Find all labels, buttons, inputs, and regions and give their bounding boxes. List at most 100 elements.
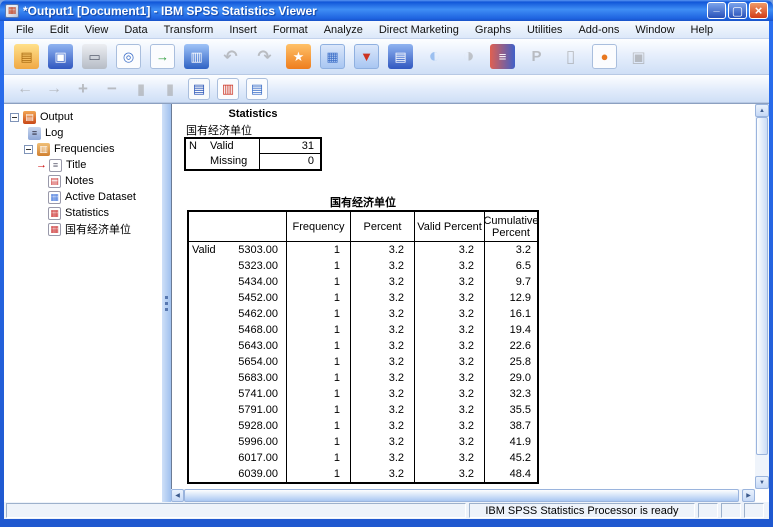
statistics-table[interactable]: N Valid 31 Missing 0 (184, 137, 322, 171)
close-button[interactable] (749, 2, 768, 19)
horizontal-scrollbar[interactable] (171, 489, 755, 502)
demote-icon[interactable] (43, 78, 65, 100)
menu-item[interactable]: Insert (221, 23, 265, 37)
menu-item[interactable]: View (77, 23, 117, 37)
print-icon[interactable] (82, 44, 107, 69)
menu-item[interactable]: Direct Marketing (371, 23, 467, 37)
menu-item[interactable]: Help (683, 23, 722, 37)
pane-splitter[interactable] (162, 104, 171, 502)
show-hide-output-icon[interactable] (188, 77, 210, 100)
row-group-label (189, 450, 223, 466)
percent-cell: 3.2 (351, 274, 415, 290)
vertical-scrollbar[interactable] (755, 104, 769, 489)
value-cell: 5452.00 (223, 290, 287, 306)
row-group-label (189, 274, 223, 290)
collapse-icon[interactable] (101, 78, 123, 100)
export-icon[interactable] (150, 44, 175, 69)
table-row: 5654.00 1 3.2 3.2 25.8 (189, 354, 537, 370)
outline-item-frequencies[interactable]: Frequencies (24, 141, 162, 157)
cumulative-percent-cell: 35.5 (509, 404, 531, 416)
menu-item[interactable]: Utilities (519, 23, 570, 37)
value-cell: 5643.00 (223, 338, 287, 354)
show-icon[interactable] (130, 78, 152, 100)
table-row: 5643.00 1 3.2 3.2 22.6 (189, 338, 537, 354)
weight-cases-icon[interactable] (456, 44, 481, 69)
menu-item[interactable]: Analyze (316, 23, 371, 37)
select-cases-icon[interactable] (422, 44, 447, 69)
goto-case-icon[interactable] (320, 44, 345, 69)
scroll-left-icon[interactable] (171, 489, 184, 502)
valid-percent-cell: 3.2 (415, 274, 485, 290)
open-file-icon[interactable] (14, 44, 39, 69)
stat-group-cell: N (189, 140, 197, 152)
valid-percent-cell: 3.2 (415, 242, 485, 258)
percent-cell: 3.2 (351, 242, 415, 258)
recall-dialogs-icon[interactable] (184, 44, 209, 69)
save-icon[interactable] (48, 44, 73, 69)
outline-item-title[interactable]: Title (36, 157, 162, 173)
outline-item-label: Title (66, 159, 87, 171)
table-row: 5323.00 1 3.2 3.2 6.5 (189, 258, 537, 274)
menu-item[interactable]: Format (265, 23, 316, 37)
table-row: N Valid 31 (186, 139, 320, 154)
cumulative-percent-cell: 48.4 (509, 468, 531, 480)
expand-icon[interactable] (72, 78, 94, 100)
outline-item-log[interactable]: Log (28, 125, 162, 141)
outline-item-notes[interactable]: Notes (48, 173, 162, 189)
scroll-up-icon[interactable] (755, 104, 769, 117)
statistics-doc-icon (48, 206, 61, 220)
valid-percent-cell: 3.2 (415, 306, 485, 322)
menu-item[interactable]: Graphs (467, 23, 519, 37)
goto-data-icon[interactable] (286, 44, 311, 69)
scroll-right-icon[interactable] (742, 489, 755, 502)
split-file-icon[interactable] (490, 44, 515, 69)
menu-item[interactable]: Data (116, 23, 155, 37)
variables-icon[interactable] (388, 44, 413, 69)
scroll-down-icon[interactable] (755, 476, 769, 489)
frequency-cell: 1 (287, 402, 351, 418)
menu-item[interactable]: Add-ons (570, 23, 627, 37)
horizontal-scroll-thumb[interactable] (184, 489, 739, 502)
table-row: 5791.00 1 3.2 3.2 35.5 (189, 402, 537, 418)
insert-heading-icon[interactable] (217, 77, 239, 100)
frequency-cell: 1 (287, 434, 351, 450)
export-browser-icon[interactable] (592, 44, 617, 69)
cumulative-percent-cell: 6.5 (515, 260, 531, 272)
undo-icon[interactable] (218, 44, 243, 69)
menu-item[interactable]: File (8, 23, 42, 37)
outline-item-output[interactable]: Output (10, 109, 162, 125)
table-row: 5468.00 1 3.2 3.2 19.4 (189, 322, 537, 338)
maximize-button[interactable] (728, 2, 747, 19)
insert-text-icon[interactable] (246, 77, 268, 100)
log-icon (28, 126, 41, 140)
outline-item-label: 国有经济单位 (65, 224, 131, 236)
table-row: Missing 0 (186, 154, 320, 169)
collapse-expander-icon[interactable] (24, 144, 33, 154)
promote-icon[interactable] (14, 78, 36, 100)
header-valid-percent: Valid Percent (415, 212, 485, 241)
goto-variable-icon[interactable] (354, 44, 379, 69)
collapse-expander-icon[interactable] (10, 112, 19, 122)
vertical-scroll-thumb[interactable] (756, 117, 768, 455)
minimize-button[interactable] (707, 2, 726, 19)
outline-item-pivot-table[interactable]: 国有经济单位 (48, 221, 162, 237)
frequency-cell: 1 (287, 354, 351, 370)
edit-output-icon[interactable] (558, 44, 583, 69)
pivot-icon[interactable] (524, 44, 549, 69)
designate-window-icon[interactable] (626, 44, 651, 69)
table-row: 5683.00 1 3.2 3.2 29.0 (189, 370, 537, 386)
value-cell: 5462.00 (223, 306, 287, 322)
hide-icon[interactable] (159, 78, 181, 100)
frequency-table[interactable]: Frequency Percent Valid Percent Cumulati… (187, 210, 539, 484)
menu-item[interactable]: Transform (156, 23, 222, 37)
main-area: Output Log Frequencies Title Notes (4, 103, 769, 502)
menu-item[interactable]: Window (627, 23, 682, 37)
valid-percent-cell: 3.2 (415, 450, 485, 466)
print-preview-icon[interactable] (116, 44, 141, 69)
redo-icon[interactable] (252, 44, 277, 69)
titlebar[interactable]: *Output1 [Document1] - IBM SPSS Statisti… (0, 0, 773, 21)
outline-item-active-dataset[interactable]: Active Dataset (48, 189, 162, 205)
outline-item-statistics[interactable]: Statistics (48, 205, 162, 221)
percent-cell: 3.2 (351, 434, 415, 450)
menu-item[interactable]: Edit (42, 23, 77, 37)
